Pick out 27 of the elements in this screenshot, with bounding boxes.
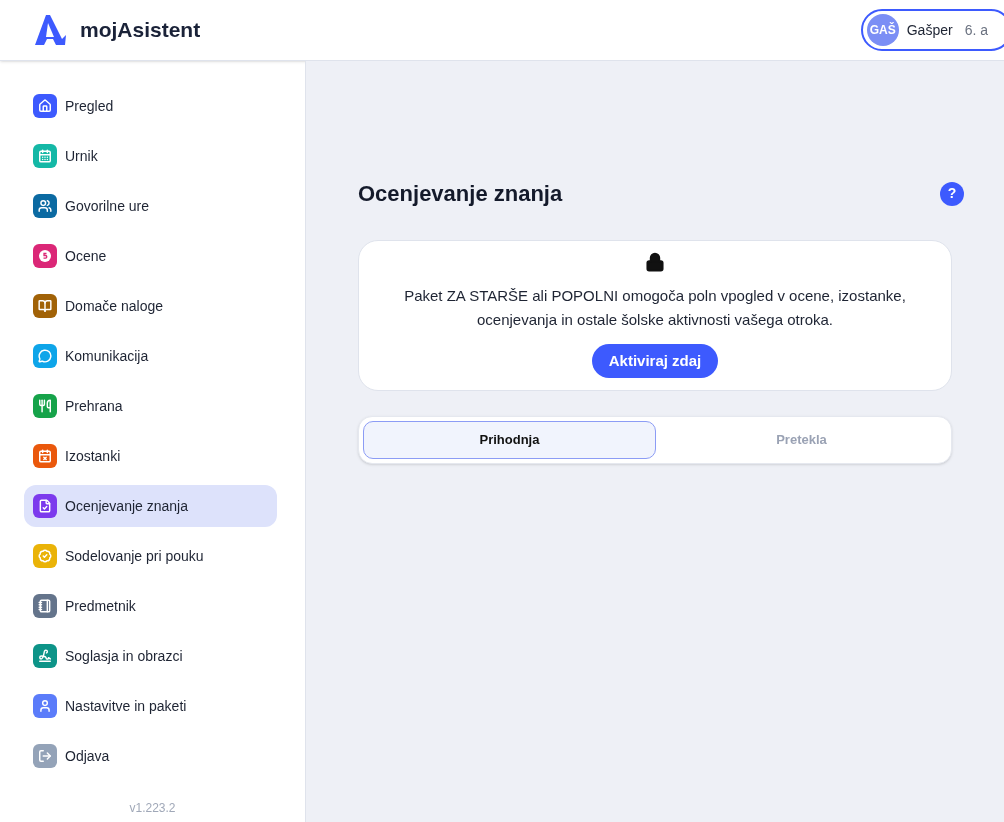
sidebar-item[interactable]: Izostanki	[24, 435, 277, 477]
user-profile-button[interactable]: GAŠ Gašper 6. a	[860, 9, 1004, 51]
sidebar-item[interactable]: Soglasja in obrazci	[24, 635, 277, 677]
upsell-message: Paket ZA STARŠE ali POPOLNI omogoča poln vpogled v ocene, izostanke, ocenjevanja in ostale šolske aktivnosti vašega otroka.	[403, 286, 907, 330]
avatar: GAŠ	[866, 14, 899, 46]
sidebar-item[interactable]: Govorilne ure	[24, 185, 277, 227]
sidebar-item[interactable]: Predmetnik	[24, 585, 277, 627]
sidebar-item[interactable]: Pregled	[24, 85, 277, 127]
sidebar-item[interactable]: Prehrana	[24, 385, 277, 427]
sidebar-item[interactable]: Ocenjevanje znanja	[24, 485, 277, 527]
sidebar-item[interactable]: Odjava	[24, 735, 277, 777]
sidebar-item[interactable]: Domače naloge	[24, 285, 277, 327]
lock-icon	[645, 252, 665, 272]
help-button[interactable]: ?	[940, 181, 964, 206]
sidebar-item[interactable]: Ocene	[24, 235, 277, 277]
sidebar-item[interactable]: Nastavitve in paketi	[24, 685, 277, 727]
tab[interactable]: Prihodnja	[363, 421, 656, 459]
user-name: Gašper	[906, 20, 953, 40]
user-class: 6. a	[964, 20, 988, 40]
sidebar-item[interactable]: Sodelovanje pri pouku	[24, 535, 277, 577]
app-name: mojAsistent	[80, 17, 201, 44]
logo-icon	[32, 13, 68, 47]
page-title: Ocenjevanje znanja	[358, 180, 563, 208]
sidebar-item[interactable]: Komunikacija	[24, 335, 277, 377]
activate-button[interactable]: Aktiviraj zdaj	[591, 344, 719, 378]
sidebar-item[interactable]: Urnik	[24, 135, 277, 177]
version-label: v1.223.2	[129, 800, 176, 817]
